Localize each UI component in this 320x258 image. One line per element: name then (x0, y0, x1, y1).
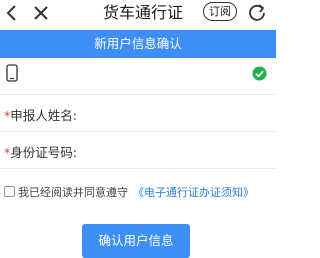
close-icon[interactable] (31, 3, 51, 23)
chevron-left-icon[interactable] (2, 3, 22, 23)
check-circle-icon (252, 66, 267, 81)
confirm-user-info-button[interactable]: 确认用户信息 (82, 224, 190, 258)
top-navbar: 货车通行证 订阅 (0, 0, 276, 30)
agreement-text: 我已经阅读并同意遵守 (18, 186, 128, 199)
agreement-checkbox[interactable] (4, 186, 15, 197)
subscribe-button[interactable]: 订阅 (203, 2, 237, 21)
applicant-name-label-text: 申报人姓名: (10, 108, 77, 123)
id-number-label-text: 身份证号码: (10, 145, 77, 160)
applicant-name-label: *申报人姓名: (4, 105, 77, 124)
phone-row (0, 58, 276, 95)
info-banner: 新用户信息确认 (0, 30, 276, 58)
id-number-label: *身份证号码: (4, 142, 77, 161)
page-title: 货车通行证 (102, 3, 183, 22)
id-number-input[interactable] (80, 138, 260, 160)
applicant-name-row: *申报人姓名: (0, 95, 276, 132)
agreement-row: 我已经阅读并同意遵守 《电子通行证办证须知》 (0, 180, 276, 204)
agreement-link[interactable]: 《电子通行证办证须知》 (133, 184, 254, 200)
applicant-name-input[interactable] (80, 101, 260, 123)
refresh-icon[interactable] (247, 2, 267, 22)
id-number-row: *身份证号码: (0, 132, 276, 169)
mobile-phone-icon (6, 64, 18, 82)
